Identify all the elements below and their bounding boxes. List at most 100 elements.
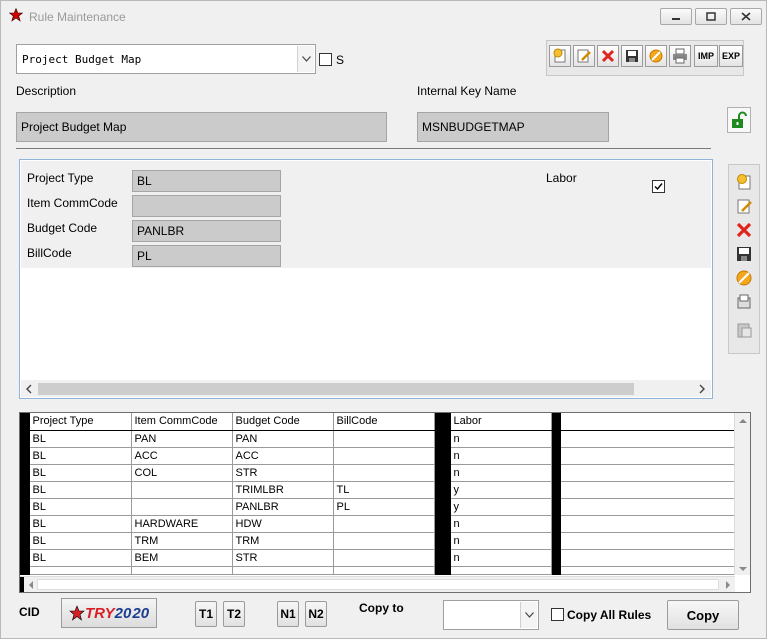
cancel-button[interactable] [645,45,667,67]
t1-button[interactable]: T1 [195,601,217,627]
table-row[interactable]: BL COL STR n [20,464,736,482]
table-cell[interactable]: TRIMLBR [232,481,334,499]
side-copy-button[interactable] [733,291,755,313]
table-cell[interactable]: ACC [232,447,334,465]
table-cell[interactable] [333,447,435,465]
try2020-logo[interactable]: TRY 20 20 [61,598,157,628]
side-new-button[interactable] [733,171,755,193]
table-cell[interactable]: y [450,498,552,516]
table-row[interactable]: BL PANLBR PL y [20,498,736,516]
table-cell[interactable]: PL [333,498,435,516]
print-button[interactable] [669,45,691,67]
table-cell[interactable]: STR [232,464,334,482]
delete-button[interactable] [597,45,619,67]
labor-checkbox[interactable] [652,180,665,193]
table-cell[interactable]: TRM [232,532,334,550]
table-row[interactable]: BL HARDWARE HDW n [20,515,736,533]
save-button[interactable] [621,45,643,67]
table-cell[interactable]: BL [29,447,132,465]
table-cell[interactable] [333,430,435,448]
table-cell[interactable] [333,515,435,533]
copy-to-select[interactable] [443,600,539,630]
table-cell[interactable]: TRM [131,532,233,550]
detail-scroll-thumb[interactable] [38,383,634,395]
copy-button[interactable]: Copy [667,600,739,630]
table-cell[interactable]: STR [232,549,334,567]
table-row[interactable]: BL ACC ACC n [20,447,736,465]
n1-button[interactable]: N1 [277,601,299,627]
table-cell[interactable]: n [450,515,552,533]
maximize-button[interactable] [695,8,727,25]
table-cell[interactable] [333,532,435,550]
grid-scroll-thumb[interactable] [37,579,719,590]
export-button[interactable]: EXP [719,45,743,67]
billcode-field[interactable]: PL [132,245,281,267]
edit-button[interactable] [573,45,595,67]
table-cell[interactable]: y [450,481,552,499]
table-cell[interactable]: COL [131,464,233,482]
table-cell[interactable]: n [450,447,552,465]
grid-horizontal-scrollbar[interactable] [20,576,735,592]
table-cell[interactable]: BL [29,498,132,516]
rule-select-dropdown-button[interactable] [297,46,314,72]
table-cell[interactable]: n [450,532,552,550]
table-cell[interactable]: n [450,430,552,448]
table-cell[interactable]: TL [333,481,435,499]
side-cancel-button[interactable] [733,267,755,289]
rules-grid: Project Type Item CommCode Budget Code B… [19,412,751,593]
table-cell[interactable]: BEM [131,549,233,567]
description-field[interactable]: Project Budget Map [16,112,387,142]
table-row[interactable]: BL TRM TRM n [20,532,736,550]
table-cell[interactable]: n [450,549,552,567]
side-paste-button[interactable] [733,319,755,341]
minimize-button[interactable] [660,8,692,25]
table-cell[interactable]: BL [29,481,132,499]
table-cell[interactable]: BL [29,549,132,567]
table-cell[interactable] [131,481,233,499]
table-cell[interactable] [333,464,435,482]
table-row[interactable]: BL BEM STR n [20,549,736,567]
side-save-button[interactable] [733,243,755,265]
table-cell[interactable]: HARDWARE [131,515,233,533]
internal-key-field[interactable]: MSNBUDGETMAP [417,112,609,142]
table-cell[interactable] [131,498,233,516]
table-cell[interactable]: HDW [232,515,334,533]
column-header[interactable]: Item CommCode [131,413,233,431]
project-type-field[interactable]: BL [132,170,281,192]
table-row[interactable]: BL TRIMLBR TL y [20,481,736,499]
table-cell[interactable]: PAN [232,430,334,448]
unlock-button[interactable] [727,107,751,133]
table-cell[interactable]: BL [29,430,132,448]
table-cell[interactable]: ACC [131,447,233,465]
row-selector [20,498,30,516]
column-header[interactable]: Budget Code [232,413,334,431]
import-button[interactable]: IMP [694,45,718,67]
column-header[interactable]: Project Type [29,413,132,431]
detail-horizontal-scrollbar[interactable] [21,380,711,397]
table-cell[interactable] [333,549,435,567]
column-header[interactable]: BillCode [333,413,435,431]
paste-icon [737,323,752,338]
table-cell[interactable]: BL [29,464,132,482]
table-cell[interactable]: BL [29,532,132,550]
export-label: EXP [721,51,740,61]
t2-button[interactable]: T2 [223,601,245,627]
table-cell[interactable]: BL [29,515,132,533]
table-cell[interactable]: n [450,464,552,482]
copy-to-dropdown-button[interactable] [520,602,537,628]
new-button[interactable] [549,45,571,67]
rule-select[interactable]: Project Budget Map [16,44,316,74]
close-button[interactable] [730,8,762,25]
table-cell[interactable]: PAN [131,430,233,448]
side-delete-button[interactable] [733,219,755,241]
table-cell[interactable]: PANLBR [232,498,334,516]
grid-vertical-scrollbar[interactable] [734,413,750,575]
column-header[interactable]: Labor [450,413,552,431]
table-row[interactable]: BL PAN PAN n [20,430,736,448]
item-commcode-field[interactable] [132,195,281,217]
n2-button[interactable]: N2 [305,601,327,627]
s-checkbox[interactable] [319,53,332,66]
side-edit-button[interactable] [733,195,755,217]
copy-all-rules-checkbox[interactable] [551,608,564,621]
budget-code-field[interactable]: PANLBR [132,220,281,242]
